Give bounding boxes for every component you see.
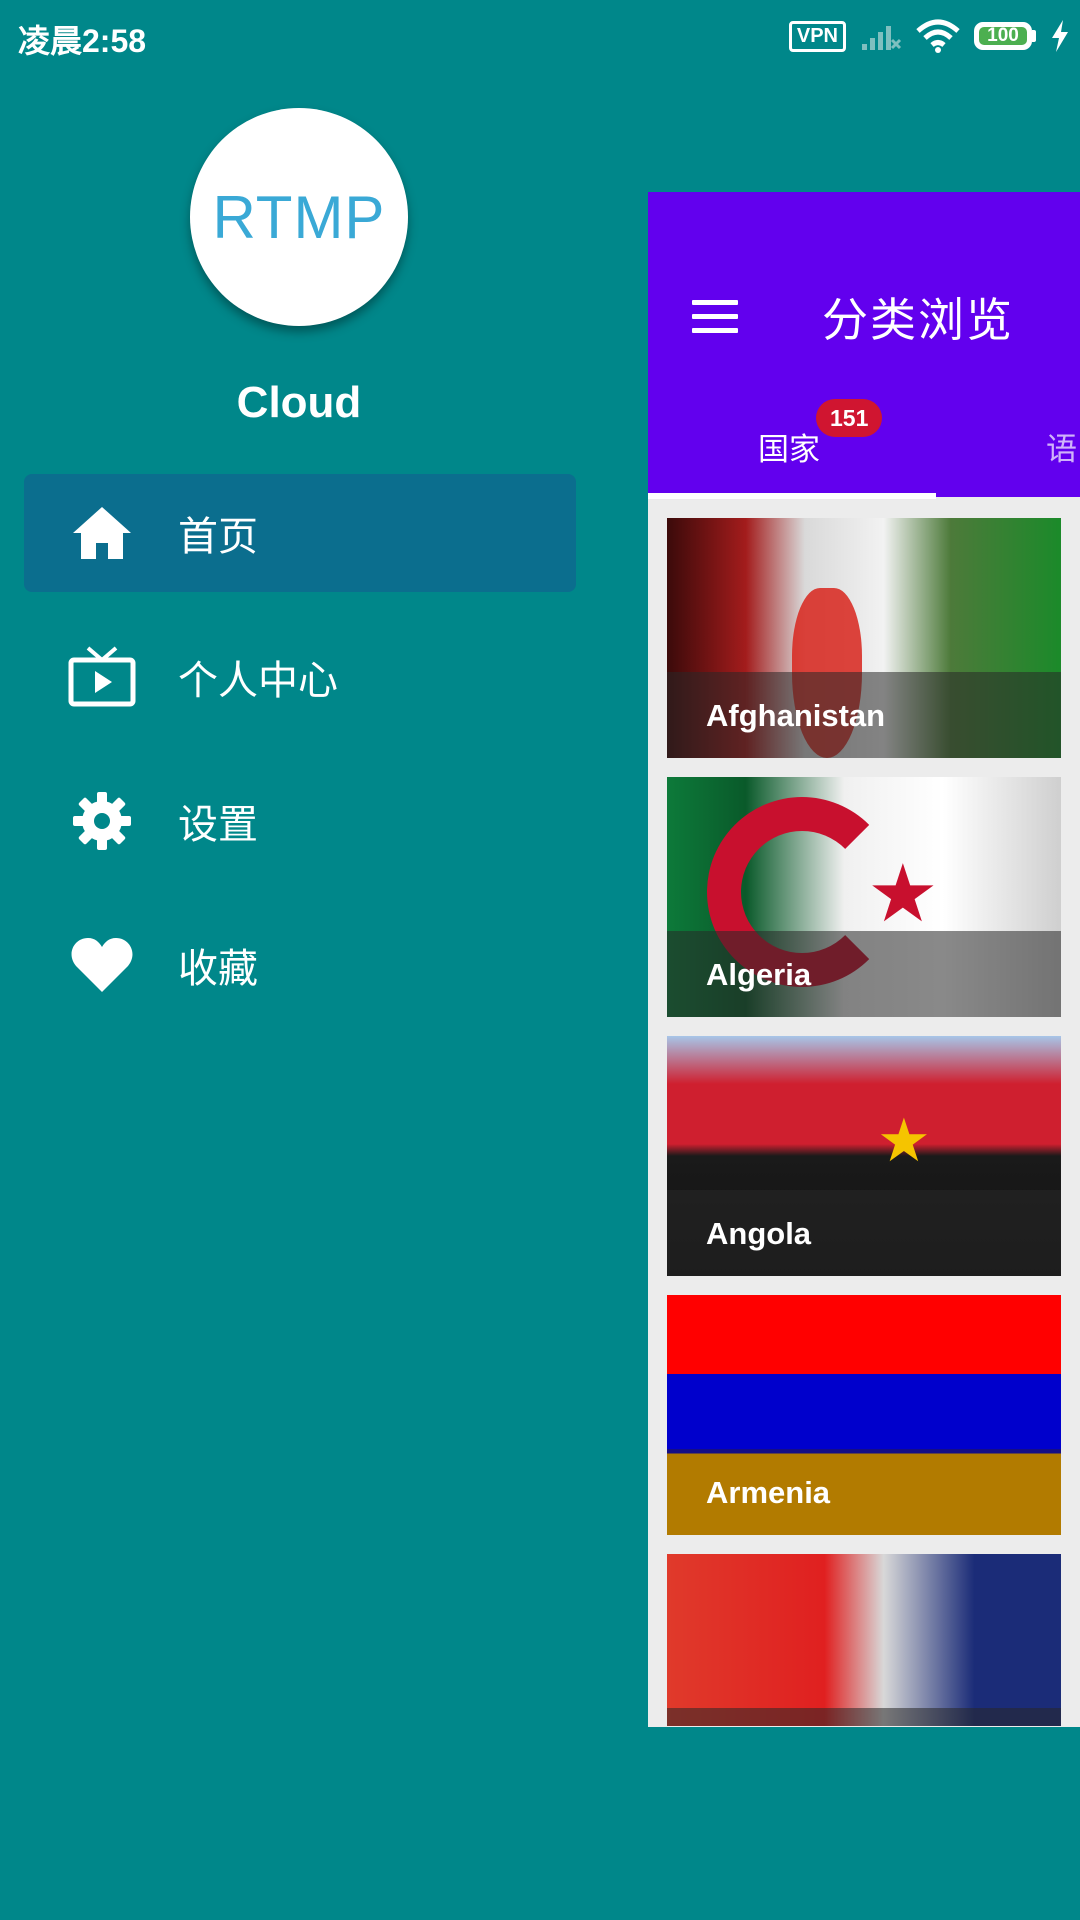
- country-card-afghanistan[interactable]: Afghanistan: [667, 518, 1061, 758]
- app-bar: 分类浏览 国家 151 语: [648, 192, 1080, 499]
- status-icons: VPN 100: [788, 16, 1070, 56]
- drawer-item-label: 个人中心: [178, 658, 338, 704]
- country-card-partial[interactable]: [667, 1554, 1061, 1726]
- country-card-armenia[interactable]: Armenia: [667, 1295, 1061, 1535]
- drawer-menu: 首页 个人中心 设置 收藏: [24, 474, 576, 1050]
- tab-indicator: [648, 493, 936, 499]
- tab-country[interactable]: 国家: [758, 424, 820, 469]
- battery-level: 100: [987, 25, 1019, 46]
- avatar[interactable]: RTMP: [190, 108, 408, 326]
- drawer-item-favorites[interactable]: 收藏: [24, 906, 576, 1024]
- drawer-item-profile[interactable]: 个人中心: [24, 618, 576, 736]
- country-name: Angola: [706, 1216, 812, 1251]
- user-name: Cloud: [236, 378, 362, 427]
- country-name: Afghanistan: [706, 698, 886, 733]
- gear-icon: [66, 785, 138, 857]
- drawer-item-label: 首页: [178, 514, 258, 560]
- page-title: 分类浏览: [822, 293, 1014, 347]
- star-icon: ★: [877, 1106, 931, 1176]
- heart-icon: [66, 929, 138, 1001]
- signal-icon: [862, 26, 902, 50]
- charging-icon: [1052, 20, 1068, 52]
- country-list: Afghanistan ★ Algeria ★ Angola Armenia: [667, 518, 1061, 1727]
- status-bar: 凌晨2:58 VPN 100: [0, 0, 1080, 72]
- country-card-angola[interactable]: ★ Angola: [667, 1036, 1061, 1276]
- menu-icon[interactable]: [692, 300, 738, 334]
- avatar-text: RTMP: [212, 183, 386, 251]
- tab-language[interactable]: 语: [1046, 424, 1077, 469]
- drawer-item-label: 收藏: [178, 946, 258, 992]
- vpn-icon: VPN: [788, 20, 846, 52]
- tab-count-badge: 151: [816, 399, 883, 437]
- country-card-algeria[interactable]: ★ Algeria: [667, 777, 1061, 1017]
- drawer-item-settings[interactable]: 设置: [24, 762, 576, 880]
- status-time: 凌晨2:58: [18, 23, 147, 59]
- country-name: Armenia: [706, 1475, 831, 1510]
- tv-icon: [66, 641, 138, 713]
- home-icon: [66, 497, 138, 569]
- drawer-item-home[interactable]: 首页: [24, 474, 576, 592]
- battery-icon: 100: [974, 22, 1036, 50]
- drawer-item-label: 设置: [178, 802, 258, 848]
- wifi-icon: [916, 19, 960, 53]
- main-content-panel: 分类浏览 国家 151 语 Afghanistan ★ Algeria ★ An…: [648, 192, 1080, 1727]
- country-name: Algeria: [706, 957, 812, 992]
- star-icon: ★: [867, 847, 939, 940]
